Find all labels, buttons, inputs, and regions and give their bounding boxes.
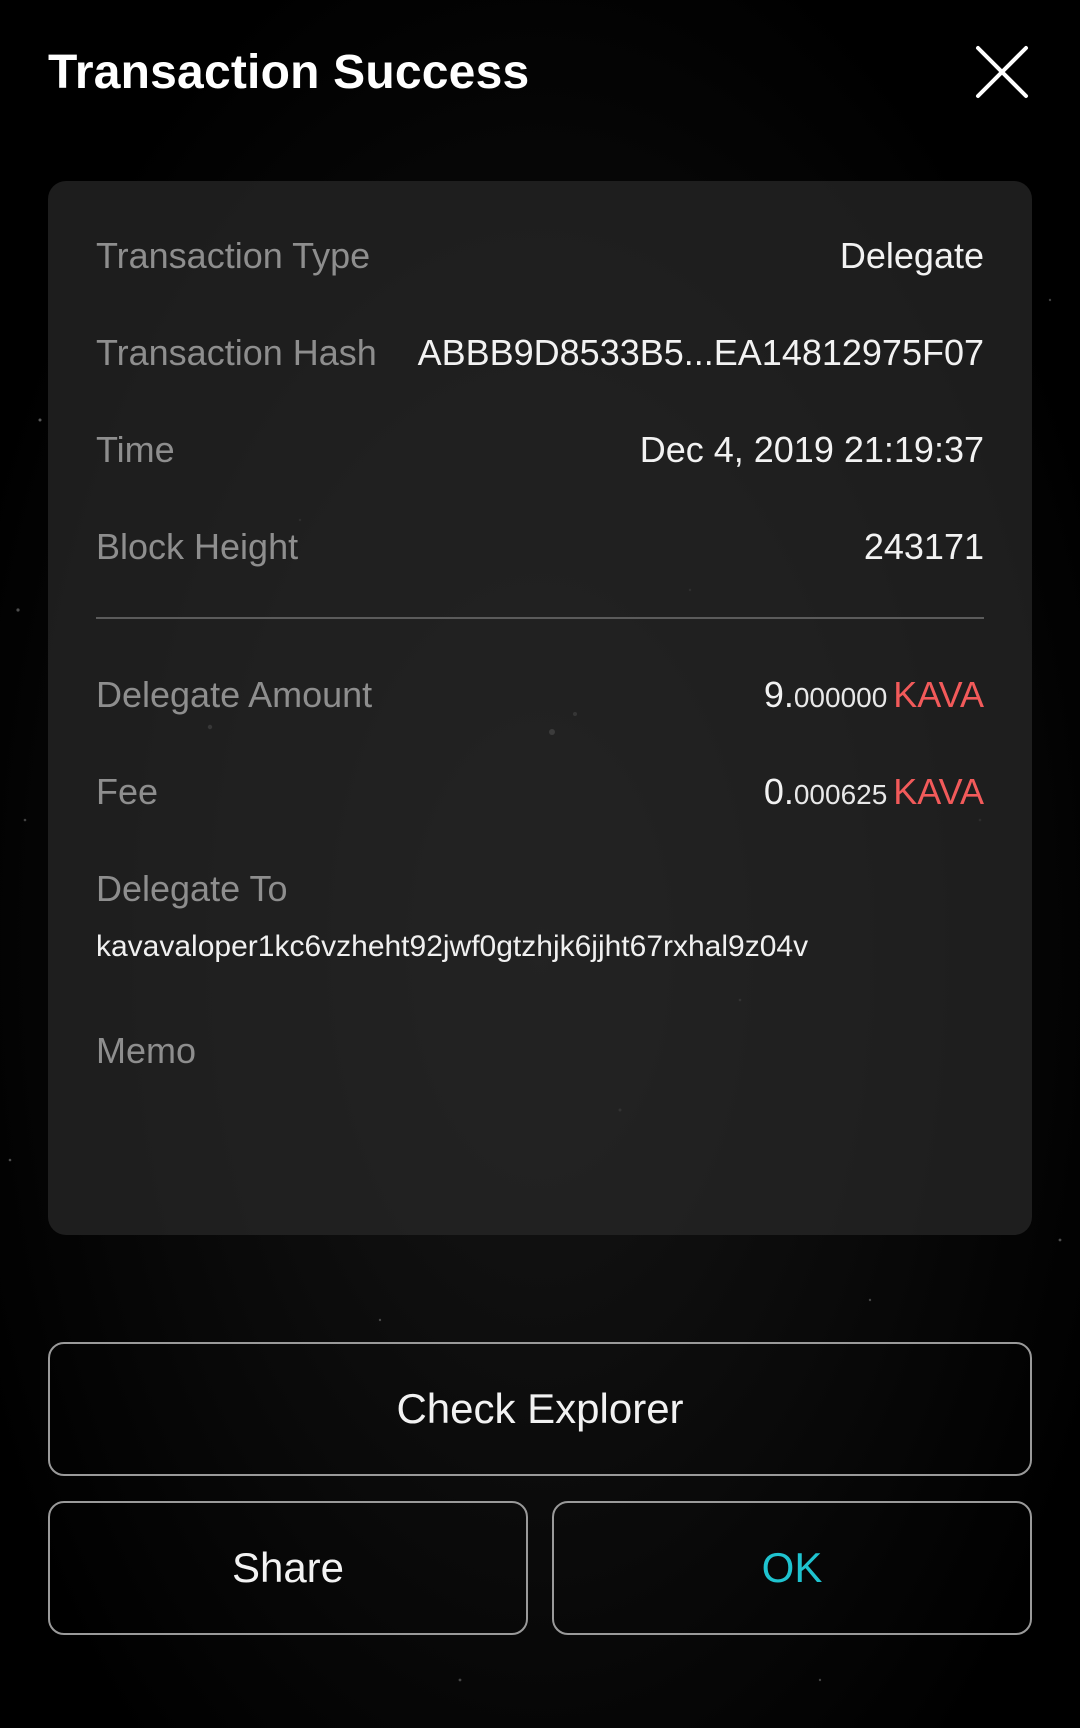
- block-height-value: 243171: [863, 526, 984, 567]
- time-label: Time: [96, 429, 175, 470]
- transaction-type-value: Delegate: [839, 235, 984, 276]
- close-button[interactable]: [972, 42, 1032, 102]
- delegate-amount-denom: KAVA: [893, 674, 984, 715]
- fee-label: Fee: [96, 771, 159, 812]
- block-height-row: Block Height 243171: [96, 517, 984, 577]
- transaction-type-row: Transaction Type Delegate: [96, 226, 984, 286]
- share-button[interactable]: Share: [48, 1501, 528, 1635]
- delegate-to-row: Delegate To: [96, 859, 984, 919]
- transaction-hash-value[interactable]: ABBB9D8533B5...EA14812975F07: [418, 332, 984, 374]
- block-height-label: Block Height: [96, 526, 299, 567]
- delegate-amount-integer: 9.: [763, 674, 794, 715]
- delegate-amount-row: Delegate Amount 9.000000 KAVA: [96, 665, 984, 725]
- fee-row: Fee 0.000625 KAVA: [96, 762, 984, 822]
- check-explorer-button[interactable]: Check Explorer: [48, 1342, 1032, 1476]
- memo-row: Memo: [96, 1021, 984, 1081]
- close-icon: [976, 46, 1028, 98]
- fee-decimals: 000625: [793, 779, 888, 810]
- transaction-hash-row[interactable]: Transaction Hash ABBB9D8533B5...EA148129…: [96, 323, 984, 383]
- delegate-amount-value: 9.000000 KAVA: [764, 674, 984, 716]
- delegate-amount-label: Delegate Amount: [96, 674, 373, 715]
- delegate-amount-decimals: 000000: [793, 682, 888, 713]
- time-value: Dec 4, 2019 21:19:37: [639, 429, 984, 470]
- header-bar: Transaction Success: [48, 36, 1032, 108]
- delegate-to-label: Delegate To: [96, 868, 288, 909]
- ok-button[interactable]: OK: [552, 1501, 1032, 1635]
- fee-value: 0.000625 KAVA: [764, 771, 984, 813]
- fee-integer: 0.: [763, 771, 794, 812]
- time-row: Time Dec 4, 2019 21:19:37: [96, 420, 984, 480]
- delegate-to-address[interactable]: kavavaloper1kc6vzheht92jwf0gtzhjk6jjht67…: [96, 930, 984, 964]
- transaction-hash-label: Transaction Hash: [96, 332, 377, 373]
- page-title: Transaction Success: [48, 45, 530, 99]
- transaction-type-label: Transaction Type: [96, 235, 371, 276]
- divider: [96, 617, 984, 619]
- memo-label: Memo: [96, 1030, 197, 1071]
- transaction-success-screen: Transaction Success Transaction Type Del…: [0, 0, 1080, 1728]
- fee-denom: KAVA: [893, 771, 984, 812]
- transaction-details-card: Transaction Type Delegate Transaction Ha…: [48, 181, 1032, 1235]
